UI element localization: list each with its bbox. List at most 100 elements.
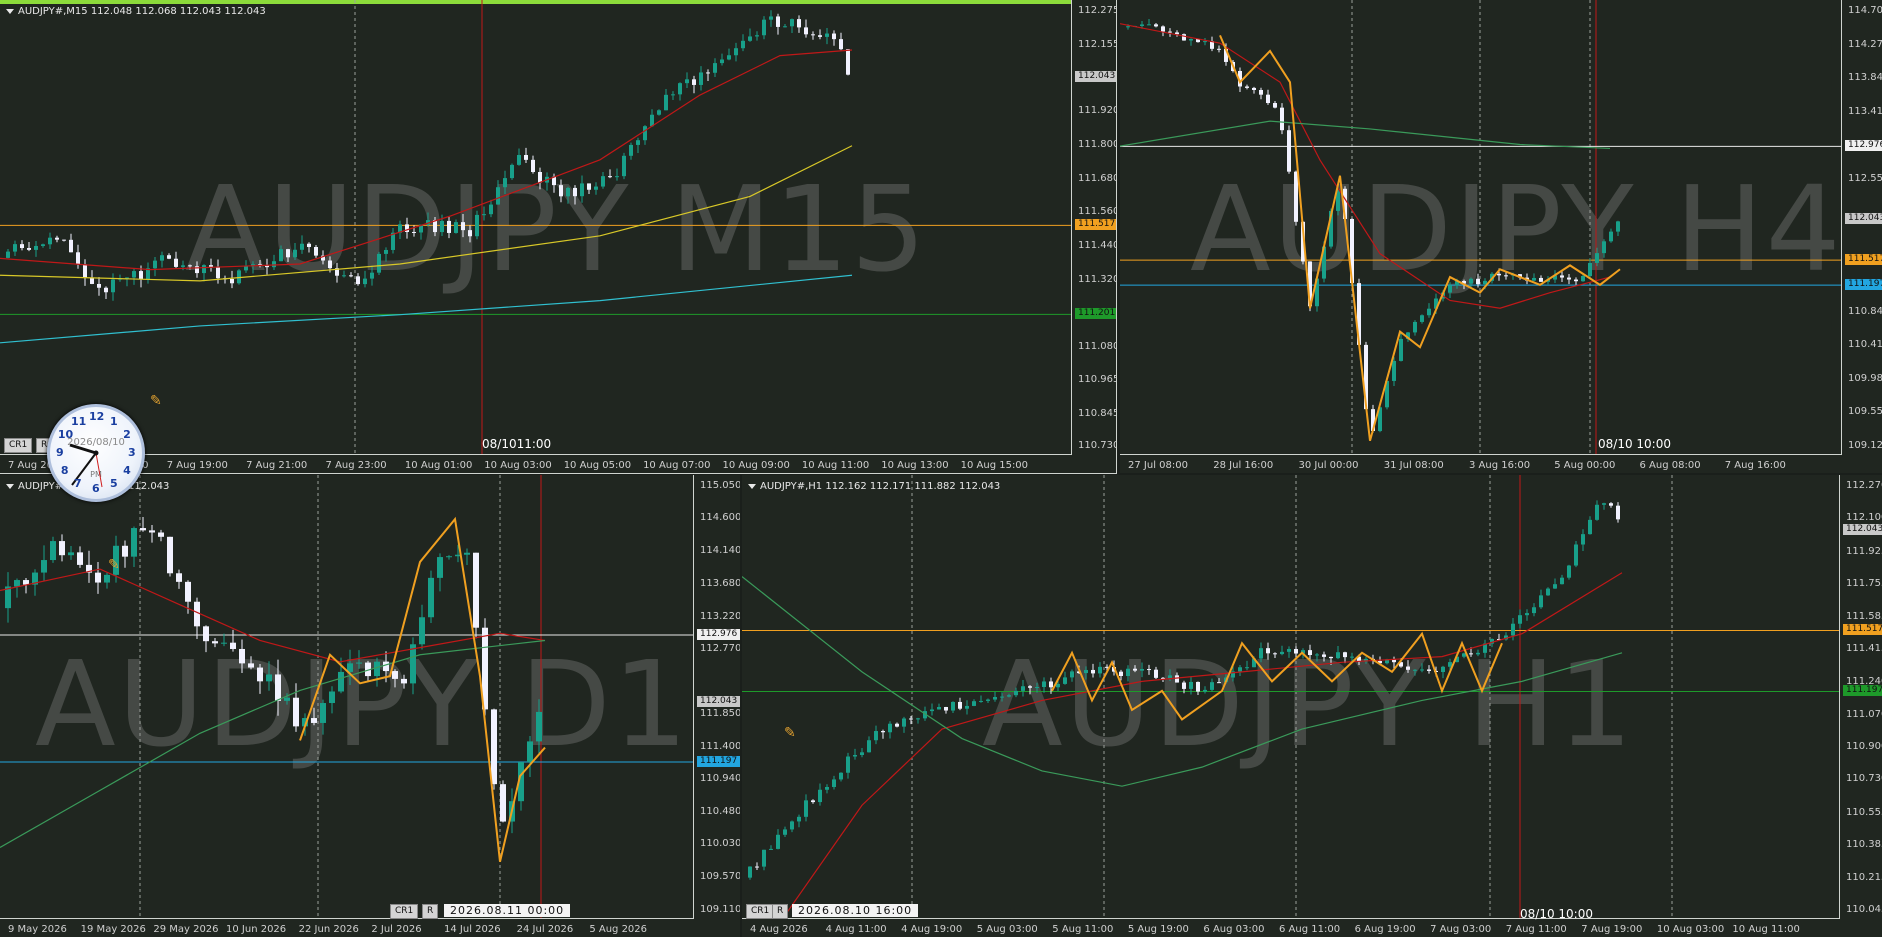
time-tick: 27 Jul 08:00 bbox=[1128, 460, 1188, 471]
price-tick: 111.440 bbox=[1078, 240, 1116, 252]
candle bbox=[391, 227, 395, 254]
price-axis[interactable]: 115.050 114.600 114.140 113.680 113.220 112.9… bbox=[693, 475, 740, 919]
price-plot-d1[interactable] bbox=[0, 475, 694, 919]
chart-h1[interactable]: AUDJPY H1 AUDJPY#,H1 112.162 112.171 111… bbox=[742, 475, 1882, 937]
candle bbox=[363, 270, 367, 288]
chart-h4[interactable]: AUDJPY H4 114.700114.270113.840113.41011… bbox=[1120, 0, 1882, 473]
price-plot-h4[interactable] bbox=[1120, 0, 1842, 455]
cr1-button[interactable]: CR1 bbox=[746, 904, 775, 919]
price-tick: 113.840 bbox=[1848, 72, 1882, 84]
price-tick: 111.850 bbox=[700, 708, 740, 720]
candle bbox=[209, 258, 213, 272]
price-tick: 113.680 bbox=[700, 577, 740, 589]
chart-d1[interactable]: AUDJPY D1 AUDJPY#,D1 111.257 112.043 115… bbox=[0, 475, 740, 937]
price-tag: 111.197 bbox=[1845, 279, 1882, 291]
candle bbox=[888, 721, 892, 739]
price-tick: 111.585 bbox=[1846, 610, 1882, 622]
time-tick: 7 Aug 16:00 bbox=[1724, 460, 1786, 471]
price-tick: 114.700 bbox=[1848, 5, 1882, 16]
price-axis[interactable]: 112.270 112.100 111.925 111.755 111.585 111.4… bbox=[1839, 475, 1882, 919]
candle bbox=[1098, 662, 1102, 678]
r-button[interactable]: R bbox=[422, 904, 439, 919]
candle bbox=[734, 42, 738, 62]
candle bbox=[1336, 645, 1340, 660]
chart-m15[interactable]: AUDJPY M15 AUDJPY#,M15 112.048 112.068 1… bbox=[0, 0, 1117, 474]
time-tick: 7 Aug 03:00 bbox=[1430, 924, 1492, 935]
candle bbox=[20, 240, 24, 251]
price-tick: 109.570 bbox=[700, 871, 740, 883]
time-tick: 29 May 2026 bbox=[153, 924, 219, 935]
time-axis[interactable]: 27 Jul 08:00 28 Jul 16:00 30 Jul 00:00 31 J… bbox=[1120, 454, 1842, 473]
candle bbox=[1175, 30, 1179, 37]
time-tick: 10 Aug 11:00 bbox=[801, 460, 870, 471]
time-tick: 6 Aug 11:00 bbox=[1279, 924, 1341, 935]
price-plot-h1[interactable] bbox=[742, 475, 1840, 919]
candle bbox=[895, 722, 899, 728]
price-tick: 111.920 bbox=[1078, 104, 1116, 116]
price-axis[interactable]: 112.275 112.155 112.043 111.920 111.800 111.6… bbox=[1071, 0, 1116, 455]
price-plot-m15[interactable] bbox=[0, 0, 1072, 455]
moving-average-line bbox=[0, 145, 853, 282]
pencil-icon[interactable]: ✎ bbox=[108, 557, 120, 573]
candle bbox=[356, 273, 360, 286]
candle bbox=[500, 780, 506, 823]
menu-triangle-icon[interactable] bbox=[6, 8, 14, 14]
time-tick: 5 Aug 03:00 bbox=[976, 924, 1038, 935]
pencil-icon[interactable]: ✎ bbox=[784, 725, 796, 741]
candle bbox=[496, 180, 500, 205]
candle bbox=[104, 286, 108, 300]
candle bbox=[1525, 609, 1529, 621]
candle bbox=[41, 243, 45, 248]
candle bbox=[1567, 273, 1571, 285]
pencil-icon[interactable]: ✎ bbox=[150, 393, 162, 409]
candle bbox=[713, 58, 717, 77]
cr1-button[interactable]: CR1 bbox=[4, 438, 33, 453]
menu-triangle-icon[interactable] bbox=[6, 483, 14, 489]
time-tick: 7 Aug 19:00 bbox=[1581, 924, 1643, 935]
time-axis[interactable]: 4 Aug 2026 4 Aug 11:00 4 Aug 19:00 5 Aug 03… bbox=[742, 918, 1840, 937]
candle bbox=[1413, 320, 1417, 336]
candle bbox=[797, 15, 801, 33]
candle bbox=[1504, 632, 1508, 641]
candle bbox=[384, 247, 388, 262]
candle bbox=[1133, 665, 1137, 673]
cr1-button[interactable]: CR1 bbox=[390, 904, 419, 919]
candle bbox=[68, 545, 74, 560]
analog-clock-widget[interactable]: 2026/08/10 PM 12 1 2 3 4 5 6 7 8 9 10 11 bbox=[47, 404, 145, 502]
menu-triangle-icon[interactable] bbox=[748, 483, 756, 489]
time-tick: 10 Jun 2026 bbox=[226, 924, 287, 935]
candle bbox=[1567, 564, 1571, 580]
candle bbox=[643, 125, 647, 145]
candle bbox=[832, 30, 836, 46]
candle bbox=[195, 261, 199, 278]
candle bbox=[1532, 273, 1536, 282]
candle bbox=[489, 199, 493, 218]
candle bbox=[559, 179, 563, 203]
candle bbox=[230, 270, 234, 289]
price-tick: 110.030 bbox=[700, 838, 740, 850]
r-button[interactable]: R bbox=[772, 904, 789, 919]
price-axis[interactable]: 114.700 114.270 113.840 113.410 112.976 112.5… bbox=[1841, 0, 1882, 455]
moving-average-line bbox=[1120, 23, 1611, 309]
candle bbox=[783, 24, 787, 28]
time-tick: 7 Aug 21:00 bbox=[246, 460, 308, 471]
candle bbox=[832, 775, 836, 790]
price-tick: 110.840 bbox=[1848, 305, 1882, 317]
price-tick: 110.410 bbox=[1848, 339, 1882, 351]
candle bbox=[993, 691, 997, 702]
clock-numeral: 8 bbox=[60, 464, 69, 477]
candle bbox=[566, 186, 570, 204]
time-axis[interactable]: 9 May 2026 19 May 2026 29 May 2026 10 Jun 2… bbox=[0, 918, 694, 937]
candle bbox=[428, 570, 434, 623]
candle bbox=[916, 717, 920, 724]
candle bbox=[76, 244, 80, 269]
candle bbox=[1140, 662, 1144, 678]
candle bbox=[769, 10, 773, 27]
time-axis[interactable]: 7 Aug 20267 Aug 17:007 Aug 19:007 Aug 21… bbox=[0, 454, 1072, 473]
price-tick: 114.600 bbox=[700, 512, 740, 524]
candle bbox=[1021, 679, 1025, 697]
candle bbox=[212, 637, 218, 648]
candle bbox=[1518, 609, 1522, 629]
candle bbox=[706, 69, 710, 81]
time-tick: 7 Aug 11:00 bbox=[1505, 924, 1567, 935]
